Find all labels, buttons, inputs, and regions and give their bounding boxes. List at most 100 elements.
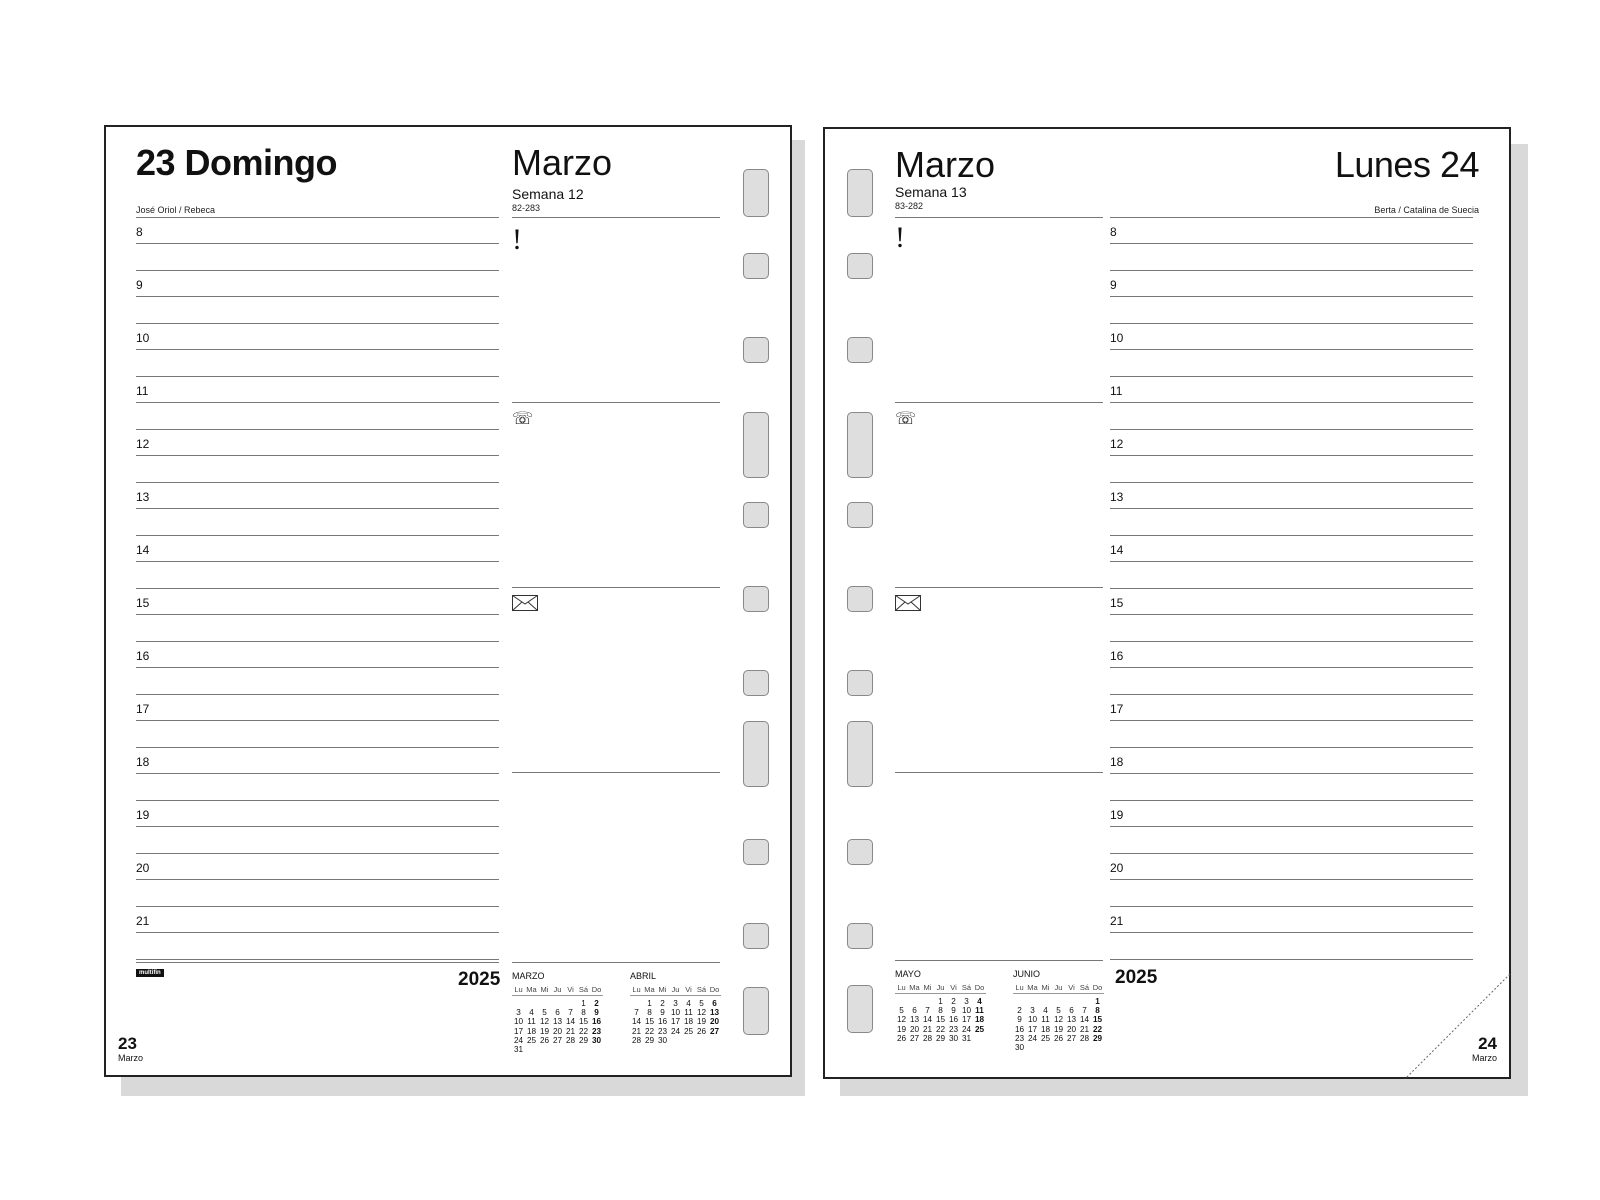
- binder-tab[interactable]: [743, 169, 769, 217]
- binder-tab[interactable]: [743, 586, 769, 612]
- half-hour-line[interactable]: [136, 747, 499, 748]
- binder-tab[interactable]: [847, 337, 873, 363]
- half-hour-line[interactable]: [1110, 694, 1473, 695]
- hour-line[interactable]: [136, 243, 499, 244]
- hour-line[interactable]: [136, 349, 499, 350]
- weekday-label: Do: [709, 985, 720, 994]
- binder-tab[interactable]: [847, 985, 873, 1033]
- half-hour-line[interactable]: [136, 800, 499, 801]
- half-hour-line[interactable]: [136, 641, 499, 642]
- hour-label: 21: [136, 914, 150, 928]
- day-title: Lunes 24: [1334, 144, 1480, 185]
- hour-line[interactable]: [136, 879, 499, 880]
- hour-line[interactable]: [1110, 402, 1473, 403]
- half-hour-line[interactable]: [136, 376, 499, 377]
- binder-tab[interactable]: [743, 502, 769, 528]
- hour-line[interactable]: [1110, 561, 1473, 562]
- binder-tab[interactable]: [847, 721, 873, 787]
- binder-tab[interactable]: [847, 670, 873, 696]
- binder-tab[interactable]: [743, 987, 769, 1035]
- binder-tab[interactable]: [743, 253, 769, 279]
- hour-line[interactable]: [136, 667, 499, 668]
- half-hour-line[interactable]: [1110, 323, 1473, 324]
- calendar-day: 26: [696, 1026, 707, 1036]
- half-hour-line[interactable]: [1110, 429, 1473, 430]
- half-hour-line[interactable]: [1110, 376, 1473, 377]
- hour-line[interactable]: [136, 932, 499, 933]
- half-hour-line[interactable]: [136, 429, 499, 430]
- half-hour-line[interactable]: [1110, 641, 1473, 642]
- notes-divider: [895, 960, 1103, 961]
- hour-line[interactable]: [136, 826, 499, 827]
- day-count: 83-282: [895, 201, 924, 211]
- half-hour-line[interactable]: [1110, 959, 1473, 960]
- half-hour-line[interactable]: [1110, 270, 1473, 271]
- calendar-day: 12: [896, 1015, 907, 1025]
- calendar-day: 16: [948, 1015, 959, 1025]
- binder-tab[interactable]: [743, 412, 769, 478]
- hour-line[interactable]: [136, 296, 499, 297]
- binder-tab[interactable]: [847, 502, 873, 528]
- hour-line[interactable]: [1110, 243, 1473, 244]
- calendar-day: 8: [1095, 1006, 1100, 1016]
- hour-label: 17: [136, 702, 150, 716]
- half-hour-line[interactable]: [136, 853, 499, 854]
- half-hour-line[interactable]: [136, 694, 499, 695]
- calendar-day: [973, 1034, 986, 1043]
- hour-line[interactable]: [136, 773, 499, 774]
- calendar-day: 13: [709, 1008, 720, 1018]
- hour-label: 12: [1110, 437, 1124, 451]
- binder-tab[interactable]: [743, 721, 769, 787]
- half-hour-line[interactable]: [1110, 906, 1473, 907]
- binder-tab[interactable]: [847, 923, 873, 949]
- half-hour-line[interactable]: [136, 959, 499, 960]
- mini-calendar-junio: JUNIO Lu Ma Mi Ju Vi Sá Do 1 2 3 4 5 6 7 8 9 10 11 12 13 14 15…: [1013, 969, 1104, 1052]
- half-hour-line[interactable]: [136, 323, 499, 324]
- binder-tab[interactable]: [847, 169, 873, 217]
- hour-line[interactable]: [136, 720, 499, 721]
- binder-tab[interactable]: [847, 839, 873, 865]
- hour-line[interactable]: [136, 508, 499, 509]
- calendar-day: 28: [1079, 1033, 1090, 1043]
- calendar-day: 3: [516, 1008, 521, 1018]
- hour-line[interactable]: [1110, 455, 1473, 456]
- hour-line[interactable]: [1110, 667, 1473, 668]
- binder-tab[interactable]: [743, 670, 769, 696]
- hour-line[interactable]: [1110, 879, 1473, 880]
- calendar-day: 16: [657, 1017, 668, 1027]
- hour-line[interactable]: [1110, 508, 1473, 509]
- calendar-day: [551, 1045, 564, 1054]
- half-hour-line[interactable]: [1110, 853, 1473, 854]
- half-hour-line[interactable]: [1110, 800, 1473, 801]
- hour-line[interactable]: [1110, 932, 1473, 933]
- half-hour-line[interactable]: [136, 482, 499, 483]
- hour-line[interactable]: [1110, 720, 1473, 721]
- half-hour-line[interactable]: [1110, 482, 1473, 483]
- binder-tab[interactable]: [743, 337, 769, 363]
- half-hour-line[interactable]: [136, 270, 499, 271]
- hour-line[interactable]: [136, 455, 499, 456]
- exclamation-icon: !: [895, 221, 905, 254]
- hour-line[interactable]: [1110, 614, 1473, 615]
- binder-tab[interactable]: [743, 923, 769, 949]
- hour-line[interactable]: [136, 402, 499, 403]
- half-hour-line[interactable]: [136, 588, 499, 589]
- hour-line[interactable]: [1110, 349, 1473, 350]
- half-hour-line[interactable]: [136, 535, 499, 536]
- half-hour-line[interactable]: [1110, 535, 1473, 536]
- hour-line[interactable]: [1110, 296, 1473, 297]
- half-hour-line[interactable]: [1110, 747, 1473, 748]
- binder-tab[interactable]: [743, 839, 769, 865]
- binder-tab[interactable]: [847, 253, 873, 279]
- binder-tab[interactable]: [847, 412, 873, 478]
- hour-line[interactable]: [1110, 773, 1473, 774]
- half-hour-line[interactable]: [1110, 588, 1473, 589]
- calendar-day: [525, 1045, 538, 1054]
- binder-tab[interactable]: [847, 586, 873, 612]
- calendar-day: 2: [594, 999, 599, 1008]
- hour-line[interactable]: [136, 614, 499, 615]
- hour-line[interactable]: [136, 561, 499, 562]
- half-hour-line[interactable]: [136, 906, 499, 907]
- calendar-day: 23: [657, 1026, 668, 1036]
- hour-line[interactable]: [1110, 826, 1473, 827]
